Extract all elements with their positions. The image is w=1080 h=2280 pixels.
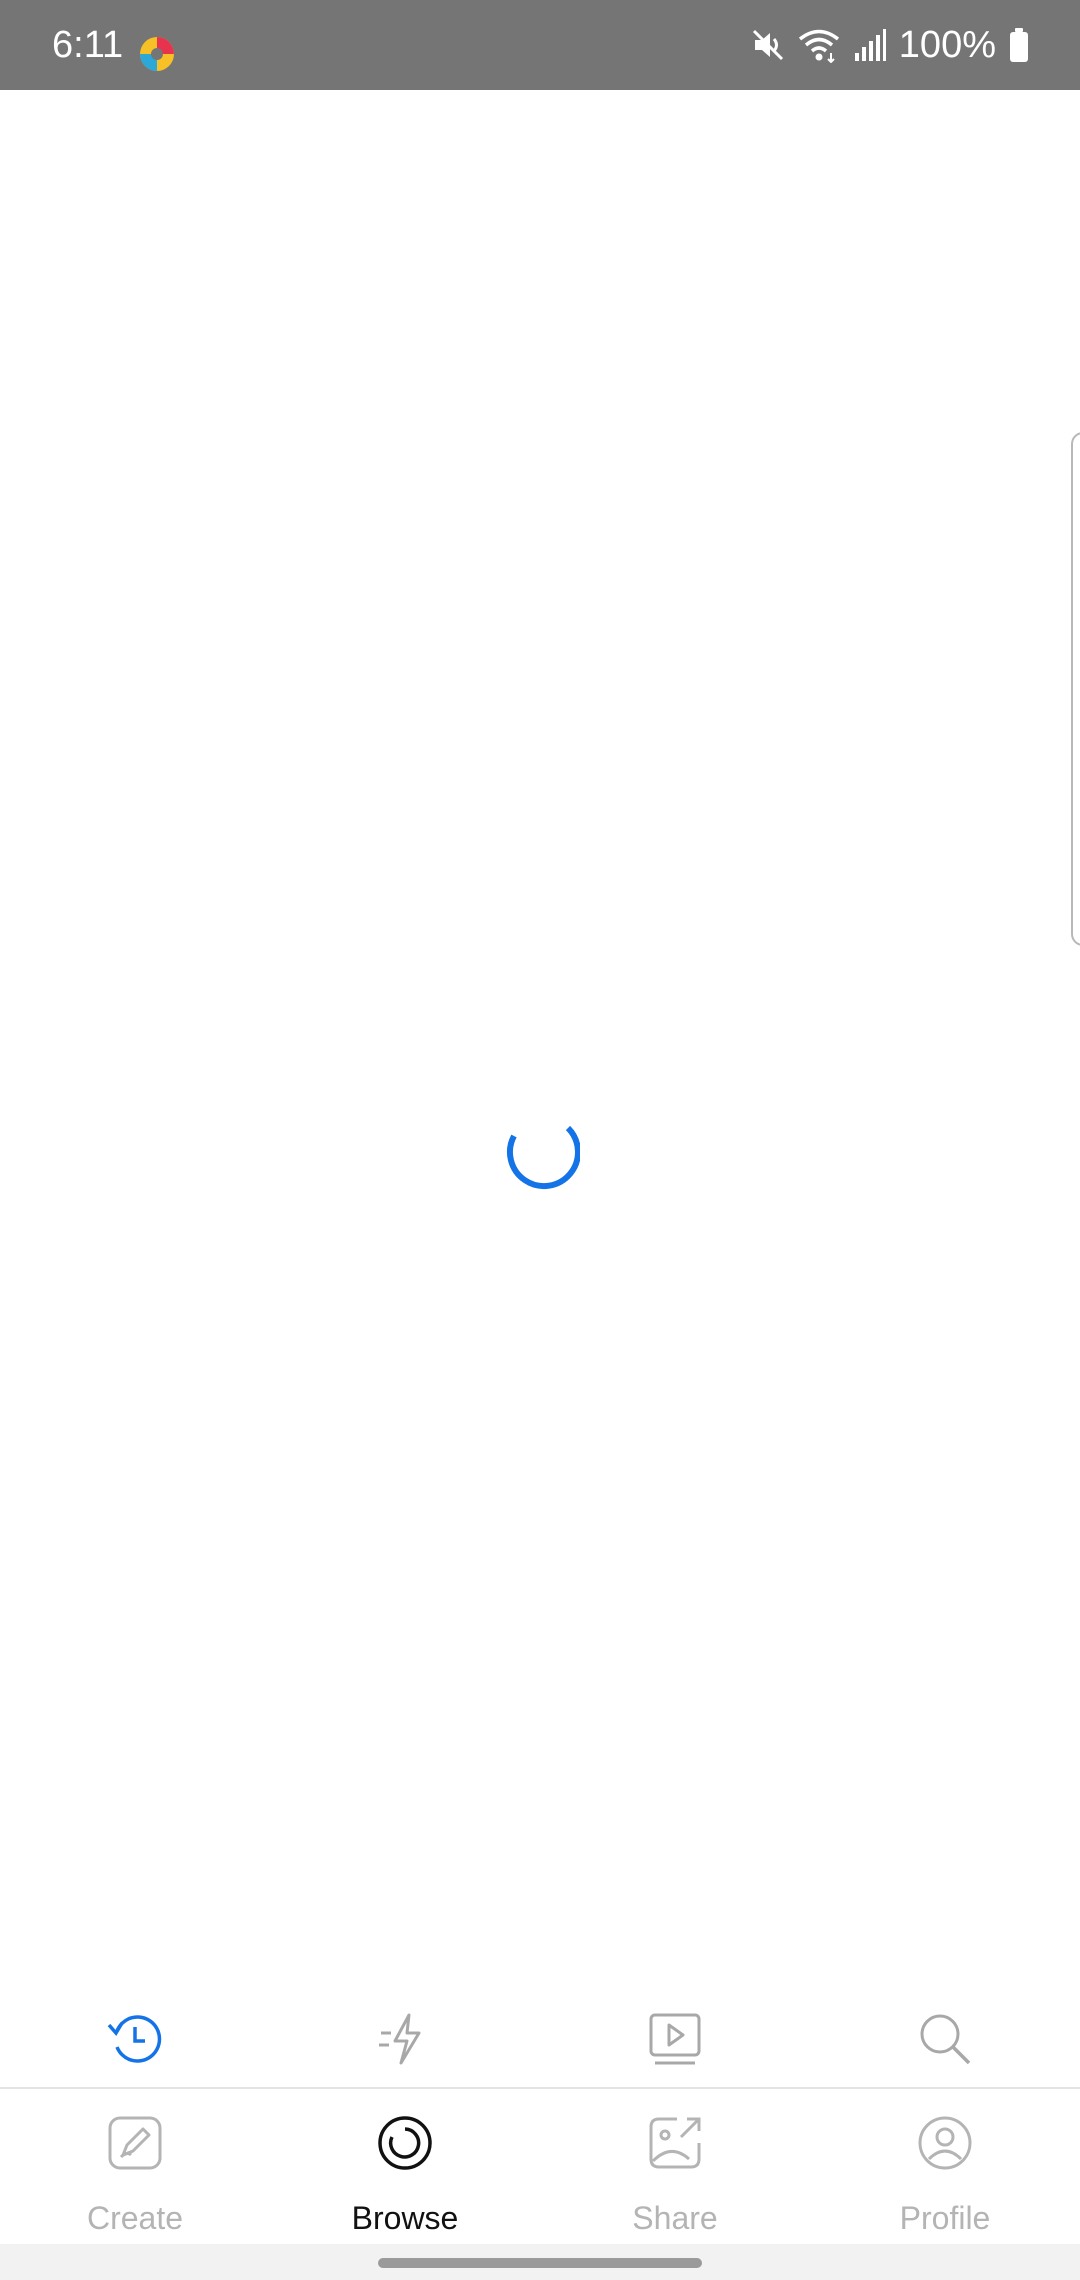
edge-panel-handle[interactable]	[1071, 432, 1080, 946]
signal-icon	[854, 29, 886, 61]
lightning-icon	[379, 2013, 421, 2065]
status-time: 6:11	[52, 24, 124, 66]
tab-recent[interactable]	[0, 1990, 270, 2088]
history-icon	[107, 2015, 162, 2063]
share-icon	[649, 2117, 701, 2169]
tab-search[interactable]	[810, 1990, 1080, 2088]
battery-percentage: 100%	[898, 24, 996, 66]
battery-icon	[1010, 28, 1028, 62]
search-icon	[920, 2014, 971, 2065]
gesture-area	[0, 2244, 1080, 2280]
profile-icon	[918, 2116, 972, 2170]
nav-label-browse: Browse	[351, 2200, 459, 2236]
tab-videos[interactable]	[540, 1990, 810, 2088]
nav-item-browse[interactable]: Browse	[270, 2089, 540, 2244]
sub-tab-bar	[0, 1990, 1080, 2088]
nav-label-create: Create	[86, 2200, 184, 2236]
content-area	[0, 90, 1080, 1990]
wifi-icon	[798, 29, 839, 63]
tab-quick-actions[interactable]	[270, 1990, 540, 2088]
loading-spinner-icon	[507, 1125, 580, 1189]
bottom-navigation: Create Browse Share Profile	[0, 2089, 1080, 2244]
nav-label-profile: Profile	[899, 2200, 991, 2236]
nav-item-profile[interactable]: Profile	[810, 2089, 1080, 2244]
browse-icon	[378, 2116, 432, 2170]
nav-label-share: Share	[632, 2200, 718, 2236]
create-icon	[108, 2116, 162, 2170]
nav-item-share[interactable]: Share	[540, 2089, 810, 2244]
nav-item-create[interactable]: Create	[0, 2089, 270, 2244]
play-icon	[649, 2013, 701, 2065]
app-notification-icon	[140, 37, 174, 71]
status-icons: 100%	[751, 20, 1030, 70]
mute-icon	[752, 29, 783, 61]
home-gesture-bar[interactable]	[378, 2258, 702, 2268]
status-bar: 6:11 100%	[0, 0, 1080, 90]
